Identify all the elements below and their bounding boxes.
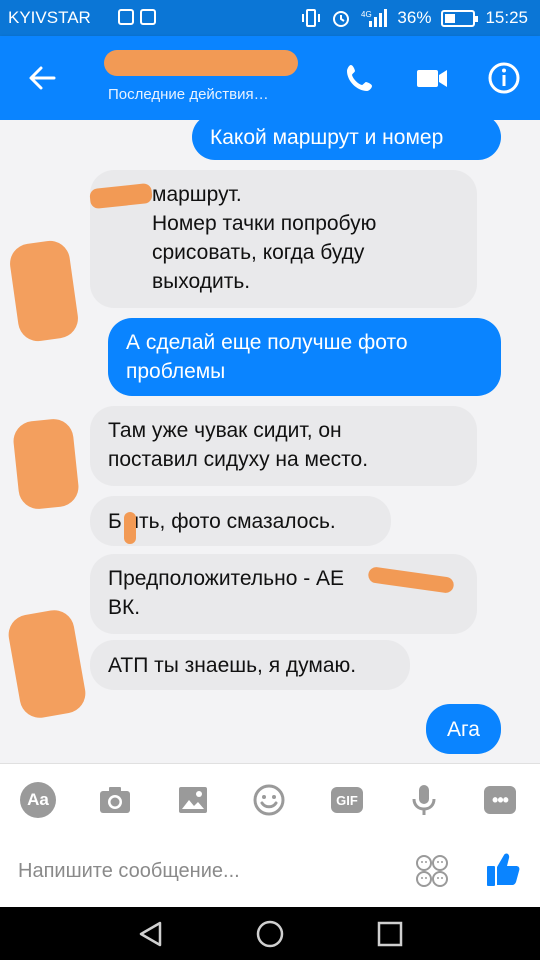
battery-icon — [441, 9, 479, 27]
signal-icon: 4G — [361, 9, 388, 27]
emoji-icon[interactable] — [251, 782, 287, 818]
status-bar: KYIVSTAR 4G 36% 15:25 — [0, 0, 540, 36]
message-list[interactable]: Какой маршрут и номер маршрут. Номер тач… — [0, 120, 540, 763]
sender-avatar-redacted[interactable] — [5, 607, 89, 721]
video-camera-icon[interactable] — [412, 58, 452, 98]
android-navigation-bar — [0, 907, 540, 960]
message-in-2[interactable]: Там уже чувак сидит, он поставил сидуху … — [90, 406, 477, 486]
message-out-2[interactable]: А сделай еще получше фото проблемы — [108, 318, 501, 396]
back-arrow-icon[interactable] — [24, 60, 60, 96]
image-icon[interactable] — [175, 782, 211, 818]
message-in-4[interactable]: Предположительно - АЕ ВК. — [90, 554, 477, 634]
clock: 15:25 — [485, 8, 528, 27]
phone-icon[interactable] — [340, 58, 380, 98]
sender-avatar-redacted[interactable] — [7, 238, 81, 344]
message-out-3[interactable]: Ага — [426, 704, 501, 754]
info-icon[interactable] — [484, 58, 524, 98]
camera-icon[interactable] — [97, 782, 133, 818]
notification-icon — [118, 9, 134, 25]
stickers-icon[interactable] — [414, 853, 450, 889]
redaction-mark — [124, 512, 136, 544]
gallery-notification-icon — [140, 9, 156, 25]
battery-percent: 36% — [397, 8, 432, 27]
nav-back-icon[interactable] — [136, 919, 166, 949]
alarm-icon — [333, 11, 350, 27]
contact-name-redacted[interactable] — [104, 50, 298, 76]
message-out-1[interactable]: Какой маршрут и номер — [192, 120, 501, 160]
message-in-5[interactable]: АТП ты знаешь, я думаю. — [90, 640, 410, 690]
nav-home-icon[interactable] — [255, 919, 285, 949]
composer-input-row — [0, 835, 540, 907]
vibrate-icon — [302, 9, 321, 27]
text-format-button[interactable]: Aa — [20, 782, 56, 818]
carrier-name: KYIVSTAR — [8, 8, 91, 27]
gif-button[interactable]: GIF — [331, 787, 363, 813]
composer-toolbar: Aa GIF ••• — [0, 763, 540, 835]
message-input[interactable] — [18, 853, 388, 889]
status-right: 4G 36% 15:25 — [301, 8, 528, 28]
more-options-button[interactable]: ••• — [484, 786, 516, 814]
sender-avatar-redacted[interactable] — [11, 417, 81, 511]
nav-recents-icon[interactable] — [375, 919, 405, 949]
conversation-header: Последние действия… — [0, 36, 540, 120]
microphone-icon[interactable] — [406, 782, 442, 818]
svg-text:4G: 4G — [361, 10, 372, 19]
active-status: Последние действия… — [108, 86, 269, 103]
thumbs-up-icon[interactable] — [484, 849, 522, 889]
